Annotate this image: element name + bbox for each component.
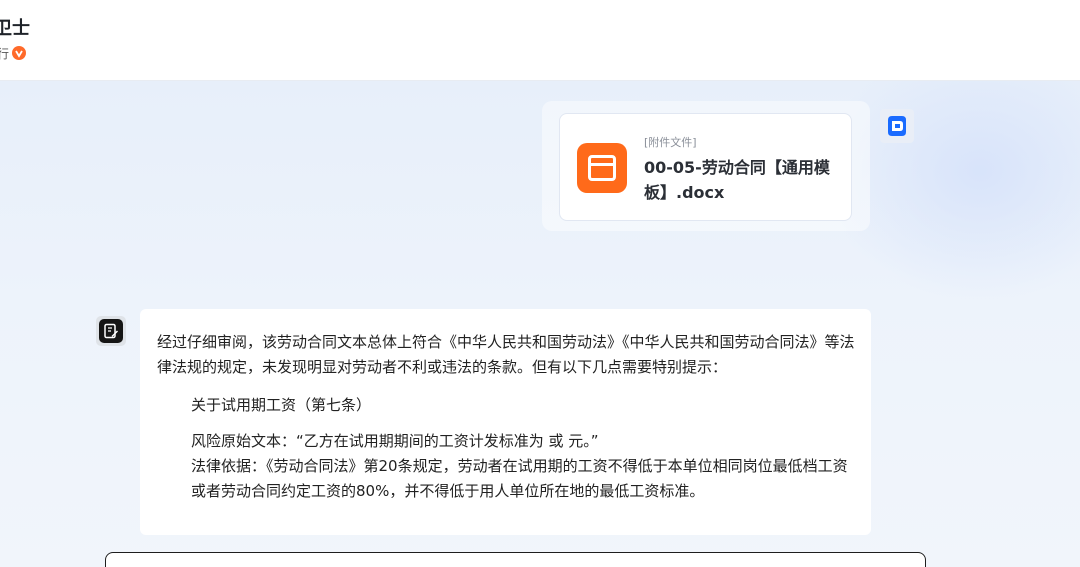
verified-badge-icon <box>12 46 27 60</box>
chat-header: 卫士 行 <box>0 0 1080 81</box>
bot-avatar[interactable] <box>96 316 126 346</box>
message-input[interactable] <box>105 552 926 567</box>
header-subtitle: 行 <box>0 46 10 61</box>
user-avatar[interactable] <box>880 109 914 143</box>
folder-icon <box>577 143 627 193</box>
review-item-title: 关于试用期工资（第七条） <box>191 396 372 414</box>
legal-basis-text: 法律依据：《劳动合同法》第20条规定，劳动者在试用期的工资不得低于本单位相同岗位… <box>191 457 848 500</box>
attachment-file-name[interactable]: 00-05-劳动合同【通用模板】.docx <box>644 155 844 205</box>
page-title: 卫士 <box>0 18 30 39</box>
user-avatar-icon <box>888 116 906 136</box>
bot-intro-text: 经过仔细审阅，该劳动合同文本总体上符合《中华人民共和国劳动法》《中华人民共和国劳… <box>157 333 855 376</box>
risk-original-text: 风险原始文本：“乙方在试用期期间的工资计发标准为 或 元。” <box>191 432 599 450</box>
bot-message: 经过仔细审阅，该劳动合同文本总体上符合《中华人民共和国劳动法》《中华人民共和国劳… <box>140 309 871 535</box>
header-subline: 行 <box>0 44 27 62</box>
attachment-card[interactable]: [附件文件] 00-05-劳动合同【通用模板】.docx <box>559 113 852 221</box>
document-edit-icon <box>99 319 123 343</box>
chat-area[interactable]: [附件文件] 00-05-劳动合同【通用模板】.docx 经过仔细审阅，该劳动合… <box>0 81 1080 567</box>
attachment-tag: [附件文件] <box>644 136 697 149</box>
